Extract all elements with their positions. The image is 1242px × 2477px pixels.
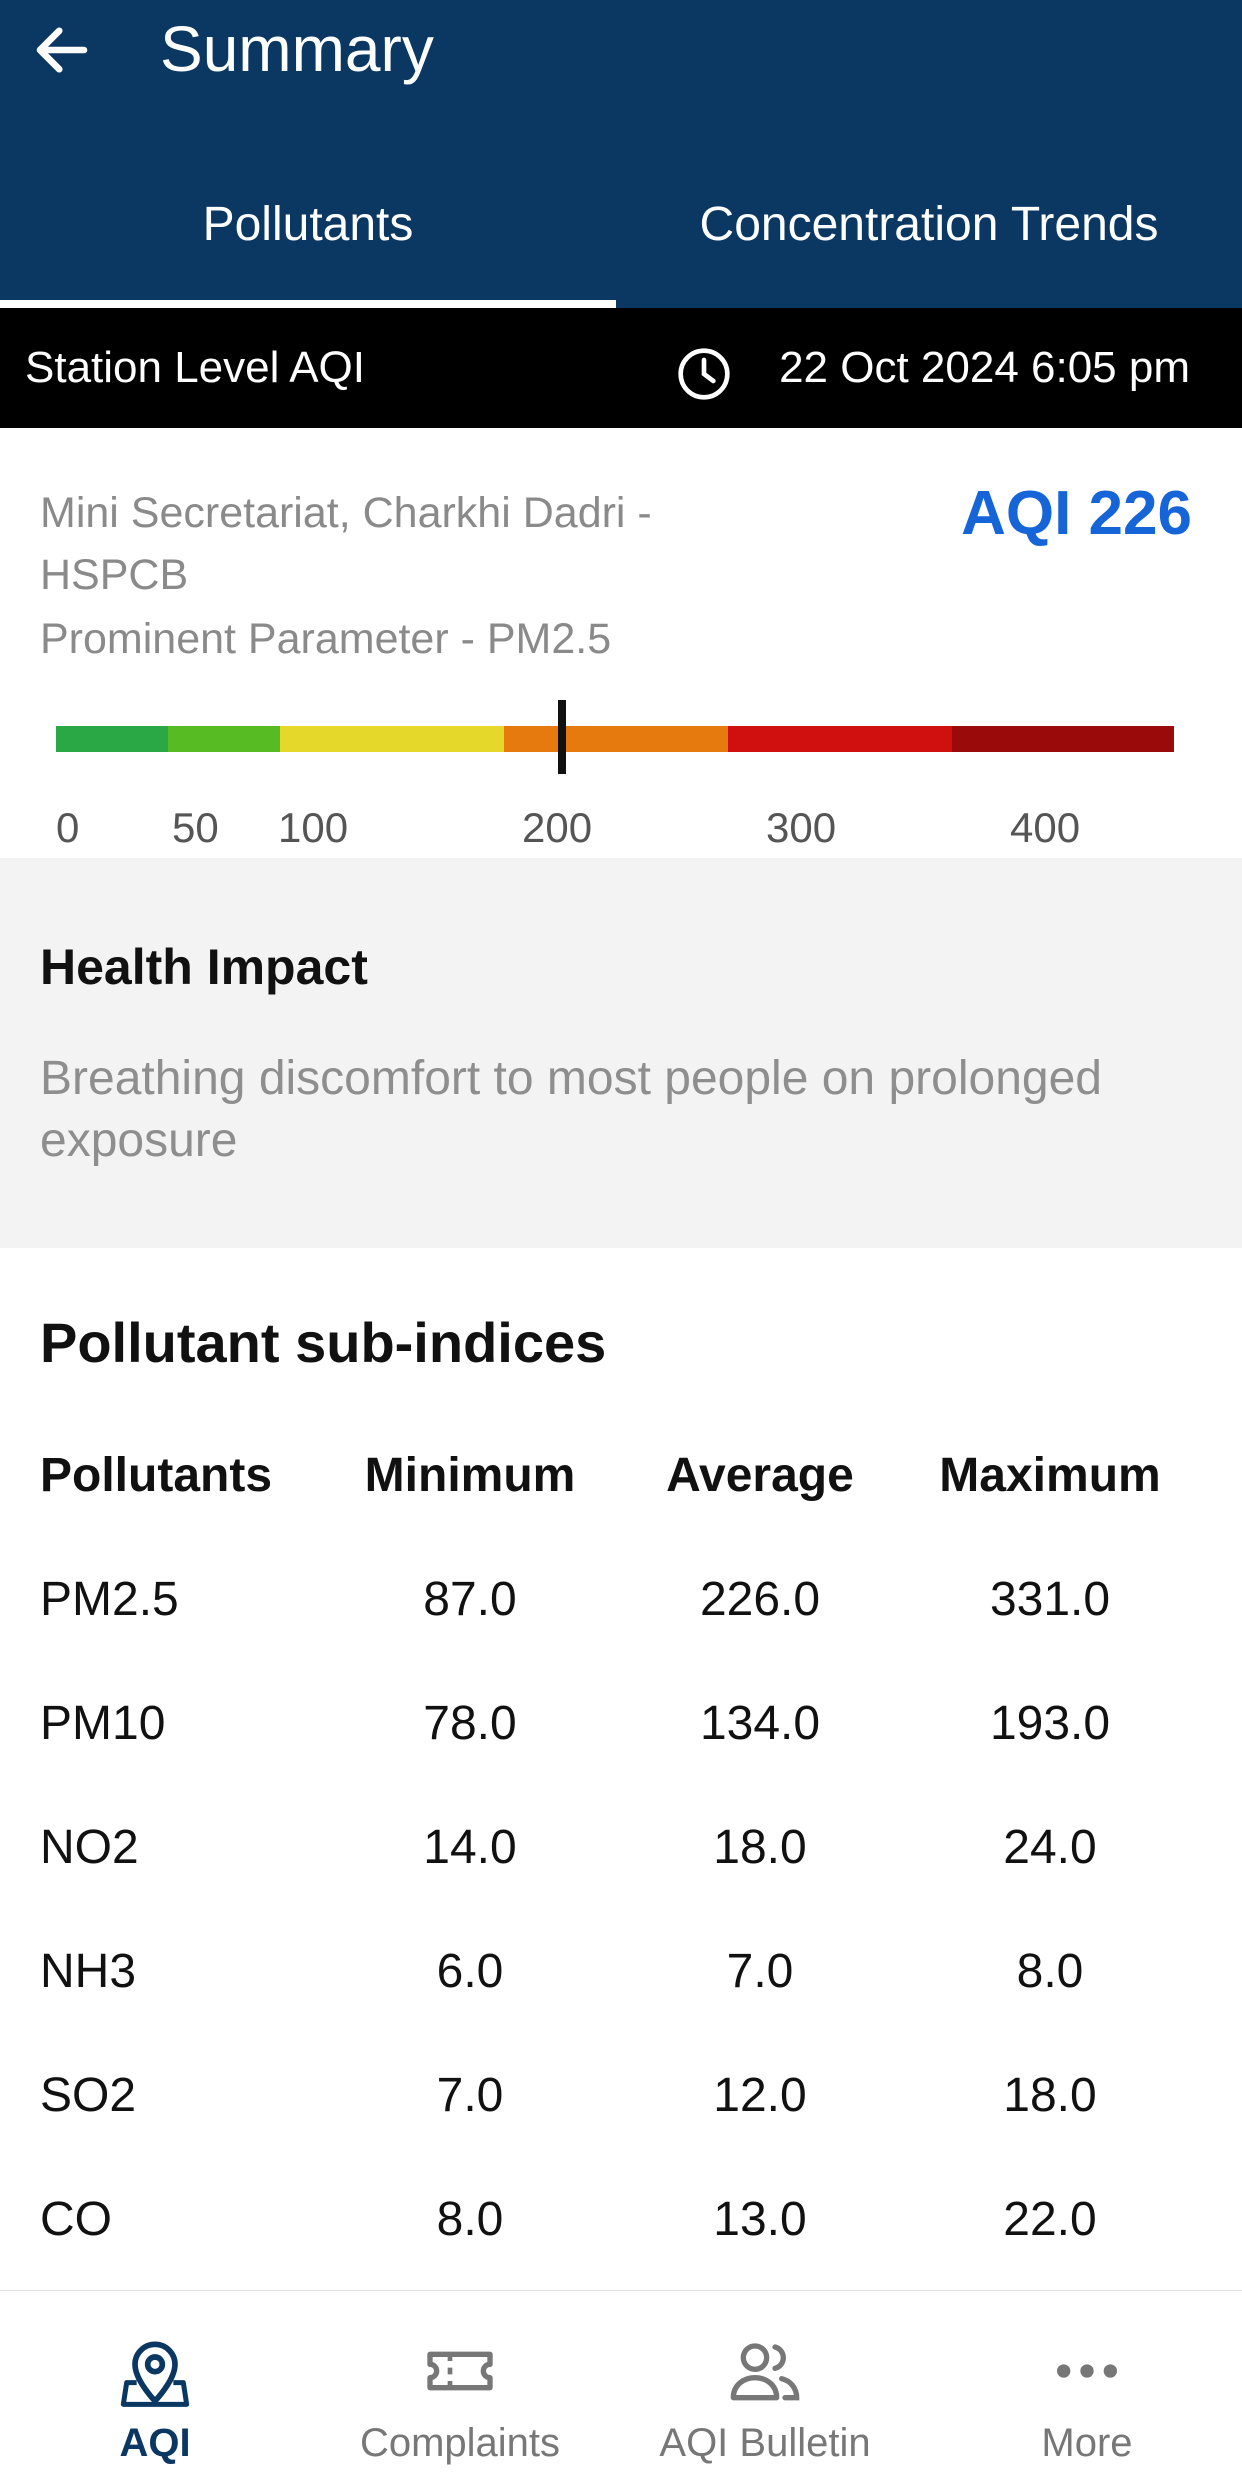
header-pollutants: Pollutants — [40, 1449, 273, 1502]
map-pin-icon — [120, 2341, 190, 2407]
table-cell-maximum-value: 8.0 — [1016, 1945, 1084, 1998]
app-bar: Summary Pollutants Concentration Trends — [0, 0, 1242, 308]
aqi-scale-segment-satisfactory — [168, 726, 280, 752]
nav-item-more[interactable]: More — [932, 2291, 1242, 2477]
nav-label-aqi-bulletin: AQI Bulletin — [659, 2421, 871, 2465]
station-level-aqi-label: Station Level AQI — [25, 343, 365, 392]
aqi-scale-segment-poor — [504, 726, 728, 752]
more-dots-icon — [1057, 2364, 1117, 2378]
users-icon — [730, 2343, 800, 2401]
aqi-scale-marker — [558, 700, 567, 774]
header-average: Average — [666, 1449, 854, 1502]
table-cell-average-value: 13.0 — [713, 2193, 807, 2246]
table-cell-minimum-value: 6.0 — [436, 1945, 504, 1998]
table-cell-maximum-value: 331.0 — [989, 1573, 1111, 1626]
nav-label-aqi: AQI — [119, 2421, 191, 2465]
nav-item-complaints[interactable]: Complaints — [305, 2291, 615, 2477]
nav-item-aqi-bulletin[interactable]: AQI Bulletin — [610, 2291, 920, 2477]
table-cell-pollutant-name: NO2 — [40, 1821, 139, 1874]
health-impact-title: Health Impact — [40, 939, 368, 995]
table-cell-minimum-value: 8.0 — [436, 2193, 504, 2246]
table-cell-pollutant-name: PM2.5 — [40, 1573, 179, 1626]
health-impact-text: Breathing discomfort to most people on p… — [40, 1052, 1102, 1167]
table-cell-maximum-value: 24.0 — [1003, 1821, 1097, 1874]
aqi-scale-tick: 100 — [278, 804, 349, 851]
table-cell-average-value: 226.0 — [699, 1573, 821, 1626]
active-tab-indicator — [0, 300, 616, 308]
aqi-scale-tick: 200 — [522, 804, 593, 851]
aqi-value: AQI 226 — [961, 479, 1192, 548]
aqi-scale-tick: 400 — [1010, 804, 1081, 851]
header-maximum: Maximum — [939, 1449, 1161, 1502]
tab-pollutants[interactable]: Pollutants — [0, 190, 616, 260]
nav-label-more: More — [1041, 2421, 1133, 2465]
prominent-parameter: Prominent Parameter - PM2.5 — [40, 615, 612, 663]
table-cell-average-value: 7.0 — [726, 1945, 794, 1998]
table-cell-average-value: 12.0 — [713, 2069, 807, 2122]
sub-indices-title: Pollutant sub-indices — [40, 1311, 607, 1374]
station-name: Mini Secretariat, Charkhi Dadri - HSPCB — [40, 482, 800, 606]
station-aqi-strip: Station Level AQI 22 Oct 2024 6:05 pm — [0, 308, 1242, 428]
aqi-scale-tick: 50 — [172, 804, 219, 851]
table-cell-pollutant-name: SO2 — [40, 2069, 137, 2122]
table-cell-minimum-value: 14.0 — [423, 1821, 517, 1874]
nav-label-complaints: Complaints — [359, 2421, 561, 2465]
station-name-line-2: HSPCB — [40, 551, 189, 599]
nav-item-aqi[interactable]: AQI — [0, 2291, 310, 2477]
timestamp: 22 Oct 2024 6:05 pm — [779, 343, 1190, 392]
table-cell-maximum-value: 18.0 — [1003, 2069, 1097, 2122]
page-title: Summary — [160, 13, 434, 85]
ticket-icon — [427, 2351, 493, 2391]
aqi-scale-segment-good — [56, 726, 168, 752]
health-impact-card: Health Impact Breathing discomfort to mo… — [0, 858, 1242, 1248]
aqi-scale-segment-very-poor — [728, 726, 952, 752]
station-name-line-1: Mini Secretariat, Charkhi Dadri - — [40, 489, 652, 537]
table-cell-pollutant-name: NH3 — [40, 1945, 137, 1998]
back-button[interactable] — [22, 10, 102, 90]
header-minimum: Minimum — [364, 1449, 576, 1502]
table-cell-pollutant-name: CO — [40, 2193, 112, 2246]
table-cell-minimum-value: 7.0 — [436, 2069, 504, 2122]
table-cell-maximum-value: 22.0 — [1003, 2193, 1097, 2246]
tab-concentration-trends[interactable]: Concentration Trends — [616, 190, 1242, 260]
table-cell-minimum-value: 78.0 — [423, 1697, 517, 1750]
bottom-navigation: AQI Complaints AQI Bulletin More — [0, 2290, 1242, 2477]
aqi-scale-tick: 0 — [56, 804, 80, 851]
aqi-scale-segment-moderate — [280, 726, 504, 752]
table-cell-maximum-value: 193.0 — [989, 1697, 1111, 1750]
table-cell-average-value: 18.0 — [713, 1821, 807, 1874]
clock-icon — [678, 348, 730, 400]
aqi-scale-tick: 300 — [766, 804, 837, 851]
table-cell-pollutant-name: PM10 — [40, 1697, 166, 1750]
table-cell-minimum-value: 87.0 — [423, 1573, 517, 1626]
aqi-scale-bar — [56, 726, 1174, 752]
aqi-scale-segment-severe — [952, 726, 1174, 752]
back-arrow-icon — [36, 27, 88, 73]
table-cell-average-value: 134.0 — [699, 1697, 821, 1750]
